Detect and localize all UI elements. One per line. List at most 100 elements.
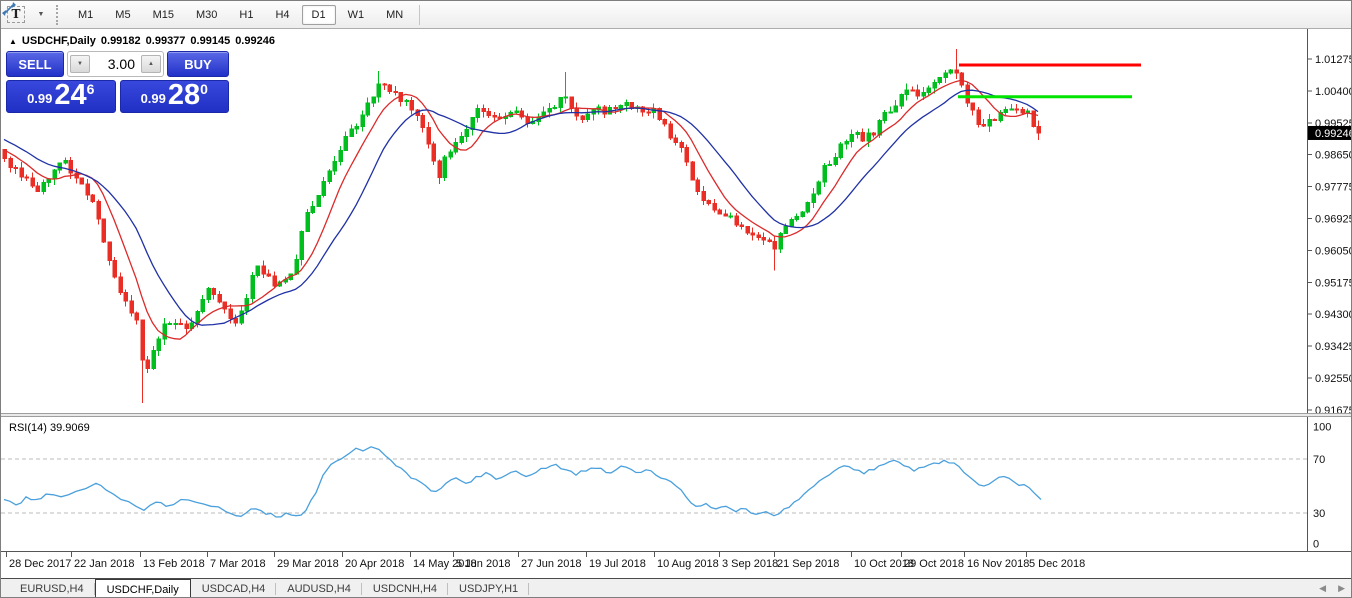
candle-body [669, 124, 673, 138]
rsi-scale-label: 0 [1313, 539, 1319, 551]
time-axis-label: 21 Sep 2018 [777, 558, 839, 570]
candle-body [729, 216, 733, 217]
candle-body [977, 110, 981, 125]
candle-body [119, 277, 123, 292]
rsi-indicator-panel[interactable]: RSI(14) 39.9069 1007030028 Dec 201722 Ja… [1, 417, 1351, 578]
candle-body [405, 100, 409, 101]
time-axis-label: 10 Aug 2018 [657, 558, 719, 570]
price-axis-label: 0.93425 [1315, 341, 1352, 353]
candle-body [751, 233, 755, 235]
candle-body [647, 112, 651, 113]
candle-body [218, 295, 222, 303]
candle-body [993, 119, 997, 120]
current-price-badge: 0.99246 [1308, 126, 1352, 140]
sell-price-display[interactable]: 0.99 24 6 [6, 80, 116, 113]
chart-tab-usdcad-h4[interactable]: USDCAD,H4 [191, 579, 277, 598]
buy-price-display[interactable]: 0.99 28 0 [120, 80, 230, 113]
candle-body [146, 360, 150, 368]
ma-slow-line [4, 90, 1038, 325]
timeframe-button-m5[interactable]: M5 [105, 5, 140, 25]
chart-tab-usdjpy-h1[interactable]: USDJPY,H1 [448, 579, 529, 598]
candle-body [1015, 109, 1019, 110]
timeframe-button-mn[interactable]: MN [376, 5, 413, 25]
buy-price-prefix: 0.99 [141, 89, 166, 110]
timeframe-button-h1[interactable]: H1 [229, 5, 263, 25]
timeframe-button-m30[interactable]: M30 [186, 5, 227, 25]
diagonal-arrows-icon [1, 1, 17, 17]
candle-body [817, 182, 821, 194]
timeframe-button-m1[interactable]: M1 [68, 5, 103, 25]
candle-body [691, 162, 695, 180]
price-axis: 1.012751.004000.995250.986500.977750.969… [1307, 29, 1352, 413]
ohlc-low-value: 0.99145 [190, 35, 230, 47]
candle-body [581, 116, 585, 119]
time-axis-label: 27 Jun 2018 [521, 558, 582, 570]
collapse-triangle-icon[interactable]: ▲ [9, 37, 17, 46]
sell-button[interactable]: SELL [6, 51, 64, 77]
chevron-down-icon[interactable]: ▼ [38, 11, 45, 18]
candle-body [80, 178, 84, 184]
candle-body [927, 88, 931, 93]
timeframe-button-w1[interactable]: W1 [338, 5, 375, 25]
candle-body [410, 100, 414, 109]
main-chart-panel[interactable]: ▲ USDCHF,Daily 0.99182 0.99377 0.99145 0… [1, 29, 1351, 413]
candle-body [735, 216, 739, 225]
volume-increase-button[interactable]: ▲ [141, 55, 161, 73]
candle-body [740, 225, 744, 226]
tab-scroll-right-icon[interactable]: ▶ [1338, 583, 1345, 594]
toolbar-grip-handle[interactable] [56, 5, 63, 25]
buy-price-pip-digit: 0 [200, 81, 208, 98]
candle-body [944, 73, 948, 78]
candle-body [113, 260, 117, 276]
price-axis-label: 0.97775 [1315, 182, 1352, 194]
buy-button[interactable]: BUY [167, 51, 229, 77]
candle-body [421, 116, 425, 128]
candle-body [801, 212, 805, 216]
timeframe-button-m15[interactable]: M15 [143, 5, 184, 25]
candle-body [14, 167, 18, 168]
chart-tab-audusd-h4[interactable]: AUDUSD,H4 [276, 579, 362, 598]
cursor-tool-button[interactable]: ▼ [29, 4, 51, 26]
volume-decrease-button[interactable]: ▼ [70, 55, 90, 73]
candle-body [449, 152, 453, 157]
time-axis-label: 19 Jul 2018 [589, 558, 646, 570]
candle-body [861, 132, 865, 141]
candle-body [196, 312, 200, 323]
candle-body [394, 92, 398, 93]
candle-body [559, 98, 563, 108]
chart-tab-bar: EURUSD,H4USDCHF,DailyUSDCAD,H4AUDUSD,H4U… [1, 578, 1351, 598]
candle-body [685, 147, 689, 161]
rsi-line [4, 447, 1041, 517]
candle-body [31, 178, 35, 186]
sell-price-big-digits: 24 [54, 81, 86, 110]
ohlc-open-value: 0.99182 [101, 35, 141, 47]
candle-body [1010, 109, 1014, 110]
candle-body [168, 324, 172, 325]
chart-tab-usdcnh-h4[interactable]: USDCNH,H4 [362, 579, 448, 598]
candle-body [718, 210, 722, 214]
candle-body [295, 260, 299, 274]
tab-scroll-left-icon[interactable]: ◀ [1319, 583, 1326, 594]
candle-body [9, 159, 13, 168]
volume-input[interactable]: 3.00 [90, 56, 141, 72]
candle-body [124, 292, 128, 301]
chart-tab-eurusd-h4[interactable]: EURUSD,H4 [9, 579, 95, 598]
candle-body [64, 160, 68, 163]
chart-tab-usdchf-daily[interactable]: USDCHF,Daily [95, 579, 191, 598]
buy-price-big-digits: 28 [168, 81, 200, 110]
candle-body [328, 171, 332, 181]
candle-body [388, 85, 392, 92]
candle-body [905, 90, 909, 95]
candle-body [812, 194, 816, 203]
candle-body [614, 108, 618, 109]
candle-body [663, 119, 667, 124]
candle-body [317, 195, 321, 206]
candle-body [141, 320, 145, 360]
candle-body [625, 103, 629, 106]
candle-body [174, 324, 178, 325]
candle-body [1021, 110, 1025, 114]
candle-body [867, 133, 871, 141]
timeframe-button-d1[interactable]: D1 [302, 5, 336, 25]
timeframe-button-h4[interactable]: H4 [265, 5, 299, 25]
candle-body [768, 240, 772, 241]
